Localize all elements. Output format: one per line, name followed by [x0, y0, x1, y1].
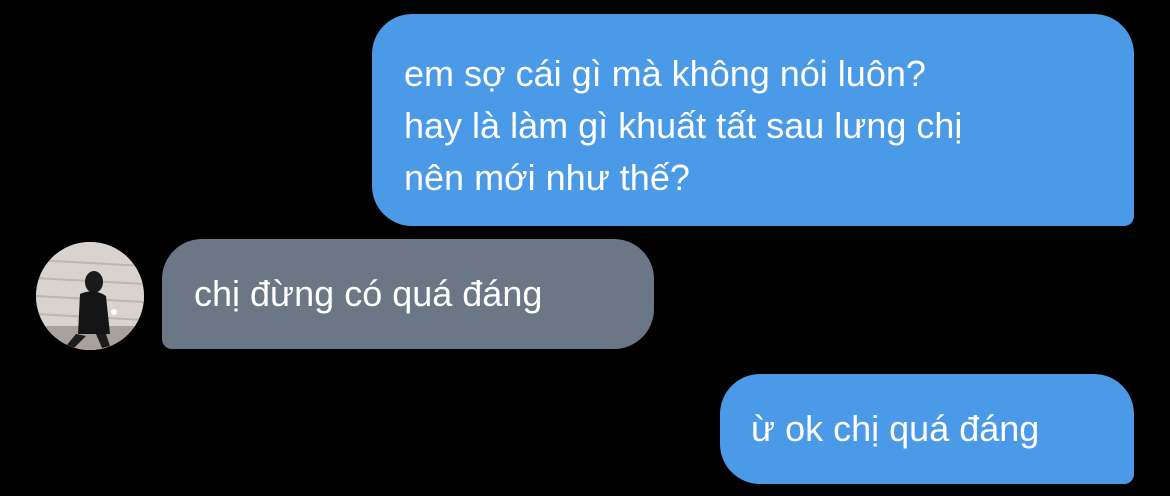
- message-line: hay là làm gì khuất tất sau lưng chị: [404, 105, 963, 146]
- sent-message-bubble[interactable]: ừ ok chị quá đáng: [720, 374, 1134, 484]
- sent-message-bubble[interactable]: em sợ cái gì mà không nói luôn? hay là l…: [372, 14, 1134, 226]
- received-message-bubble[interactable]: chị đừng có quá đáng: [162, 239, 654, 349]
- message-line: nên mới như thế?: [404, 157, 690, 198]
- message-line: em sợ cái gì mà không nói luôn?: [404, 53, 926, 94]
- message-text: ừ ok chị quá đáng: [751, 408, 1040, 449]
- message-text: chị đừng có quá đáng: [194, 273, 543, 314]
- avatar-photo-icon: [36, 242, 144, 350]
- contact-avatar[interactable]: [36, 242, 144, 350]
